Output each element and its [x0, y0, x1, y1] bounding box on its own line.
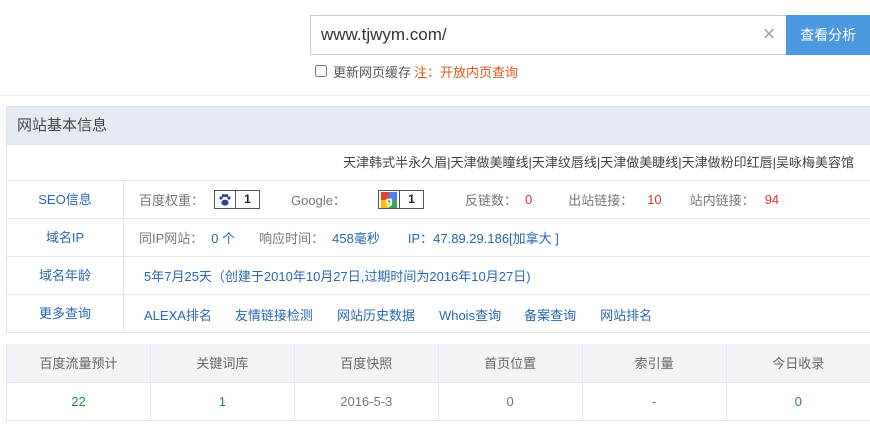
inlinks-value[interactable]: 94	[765, 192, 779, 207]
outlinks-value[interactable]: 10	[647, 192, 661, 207]
header-divider	[0, 95, 870, 96]
inner-page-note[interactable]: 注：开放内页查询	[414, 62, 518, 81]
ip-address: IP：47.89.29.186[加拿大 ]	[407, 231, 559, 246]
update-cache-checkbox[interactable]	[315, 65, 327, 77]
stats-header-row: 百度流量预计 关键词库 百度快照 首页位置 索引量 今日收录	[6, 344, 870, 383]
google-icon: g	[379, 191, 399, 208]
baidu-snapshot-value: 2016-5-3	[293, 381, 439, 421]
url-input[interactable]	[310, 15, 787, 55]
inlinks-label: 站内链接：	[689, 193, 755, 208]
seo-label: SEO信息	[7, 181, 124, 218]
domain-age-label: 域名年龄	[7, 257, 124, 294]
site-info-panel: 网站基本信息 天津韩式半永久眉|天津做美瞳线|天津纹唇线|天津做美睫线|天津做粉…	[6, 106, 870, 333]
icp-record-link[interactable]: 备案查询	[524, 305, 576, 324]
domain-ip-row: 域名IP 同IP网站： 0 个 响应时间： 458毫秒 IP：47.89.29.…	[7, 219, 870, 257]
outlinks-label: 出站链接：	[568, 193, 634, 208]
index-count-value: -	[581, 381, 727, 421]
baidu-paw-icon	[215, 191, 235, 208]
site-history-link[interactable]: 网站历史数据	[337, 305, 415, 324]
baidu-weight-label: 百度权重：	[139, 193, 205, 208]
alexa-rank-link[interactable]: ALEXA排名	[144, 305, 212, 324]
friend-links-check-link[interactable]: 友情链接检测	[235, 305, 313, 324]
keyword-count-header: 关键词库	[149, 344, 295, 383]
google-label: Google：	[291, 193, 346, 208]
site-rank-link[interactable]: 网站排名	[600, 305, 652, 324]
baidu-snapshot-header: 百度快照	[293, 344, 439, 383]
response-time-label: 响应时间：	[259, 231, 325, 246]
analyze-button[interactable]: 查看分析	[786, 15, 870, 55]
baidu-weight-badge[interactable]: 1	[214, 190, 261, 209]
update-cache-label[interactable]: 更新网页缓存	[333, 62, 411, 81]
search-bar: × 查看分析	[310, 15, 870, 55]
clear-icon[interactable]: ×	[757, 23, 781, 47]
same-ip-value[interactable]: 0 个	[211, 228, 235, 247]
baidu-traffic-header: 百度流量预计	[6, 344, 151, 383]
stats-value-row: 22 1 2016-5-3 0 - 0	[6, 381, 870, 421]
same-ip-label: 同IP网站：	[139, 231, 204, 246]
domain-age-row: 域名年龄 5年7月25天（创建于2010年10月27日,过期时间为2016年10…	[7, 257, 870, 295]
baidu-weight-value: 1	[235, 191, 259, 208]
google-pr-badge[interactable]: g 1	[377, 190, 424, 209]
domain-ip-label: 域名IP	[7, 219, 124, 256]
baidu-traffic-value[interactable]: 22	[6, 381, 151, 421]
google-pr-value: 1	[398, 191, 423, 208]
whois-link[interactable]: Whois查询	[439, 305, 501, 324]
cache-option: 更新网页缓存 注：开放内页查询	[315, 62, 518, 80]
index-count-header: 索引量	[581, 344, 727, 383]
today-indexed-header: 今日收录	[725, 344, 870, 383]
domain-age-value: 5年7月25天（创建于2010年10月27日,过期时间为2016年10月27日)	[144, 269, 531, 284]
seo-values: 百度权重： 1 Google： g 1 反链数： 0 出站链接： 10 站内链接…	[124, 181, 779, 218]
backlinks-label: 反链数：	[464, 193, 517, 208]
seo-row: SEO信息 百度权重： 1 Google： g 1 反链数： 0 出站链接： 1…	[7, 181, 870, 219]
panel-title: 网站基本信息	[7, 107, 870, 145]
response-time-value: 458毫秒	[332, 231, 380, 246]
keyword-count-value[interactable]: 1	[149, 381, 295, 421]
more-queries-row: 更多查询 ALEXA排名 友情链接检测 网站历史数据 Whois查询 备案查询 …	[7, 295, 870, 333]
homepage-position-value: 0	[437, 381, 583, 421]
stats-table: 百度流量预计 关键词库 百度快照 首页位置 索引量 今日收录 22 1 2016…	[6, 344, 870, 421]
domain-ip-values: 同IP网站： 0 个 响应时间： 458毫秒 IP：47.89.29.186[加…	[124, 219, 559, 256]
more-queries-label: 更多查询	[7, 295, 124, 333]
site-title: 天津韩式半永久眉|天津做美瞳线|天津纹唇线|天津做美睫线|天津做粉印红唇|吴咏梅…	[7, 145, 870, 181]
more-queries-links: ALEXA排名 友情链接检测 网站历史数据 Whois查询 备案查询 网站排名	[124, 295, 652, 333]
backlinks-value[interactable]: 0	[525, 192, 532, 207]
svg-text:g: g	[385, 194, 393, 207]
homepage-position-header: 首页位置	[437, 344, 583, 383]
today-indexed-value[interactable]: 0	[725, 381, 870, 421]
